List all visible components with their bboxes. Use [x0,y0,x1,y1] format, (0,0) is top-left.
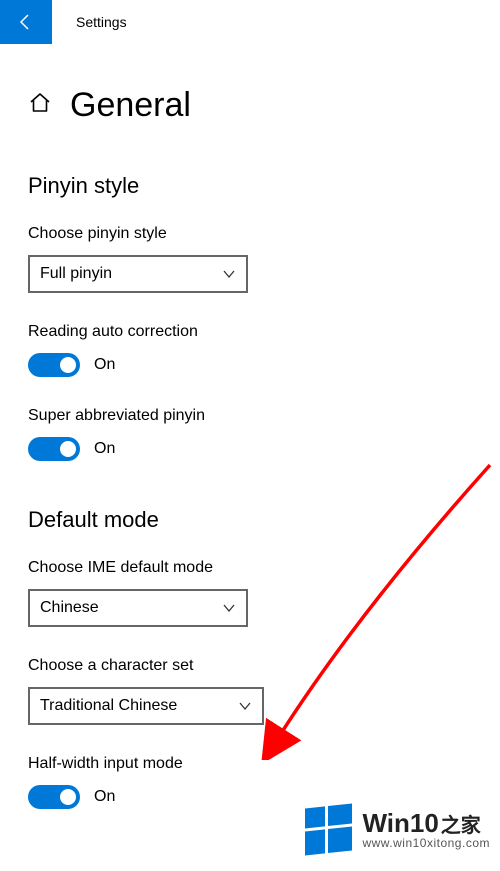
reading-autocorrect-toggle[interactable] [28,353,80,377]
group-super-abbrev: Super abbreviated pinyin On [28,407,472,461]
watermark: Win10 之家 www.win10xitong.com [305,806,490,853]
group-ime-default: Choose IME default mode Chinese [28,559,472,627]
ime-default-value: Chinese [40,599,99,617]
charset-value: Traditional Chinese [40,697,177,715]
watermark-brand: Win10 [362,809,438,838]
titlebar-label: Settings [76,14,127,30]
group-pinyin-style: Choose pinyin style Full pinyin [28,225,472,293]
super-abbrev-state: On [94,440,115,458]
half-width-label: Half-width input mode [28,755,472,773]
chevron-down-icon [222,267,236,281]
group-half-width: Half-width input mode On [28,755,472,809]
pinyin-style-dropdown[interactable]: Full pinyin [28,255,248,293]
group-reading-autocorrect: Reading auto correction On [28,323,472,377]
section-default-mode: Default mode Choose IME default mode Chi… [28,507,472,809]
reading-autocorrect-state: On [94,356,115,374]
reading-autocorrect-label: Reading auto correction [28,323,472,341]
super-abbrev-toggle[interactable] [28,437,80,461]
pinyin-style-label: Choose pinyin style [28,225,472,243]
back-button[interactable] [0,0,52,44]
charset-label: Choose a character set [28,657,472,675]
ime-default-dropdown[interactable]: Chinese [28,589,248,627]
chevron-down-icon [238,699,252,713]
page-title: General [70,86,191,125]
chevron-down-icon [222,601,236,615]
super-abbrev-label: Super abbreviated pinyin [28,407,472,425]
half-width-toggle[interactable] [28,785,80,809]
content: General Pinyin style Choose pinyin style… [0,44,500,809]
watermark-brand-zh: 之家 [441,815,481,837]
titlebar: Settings [0,0,500,44]
page-header: General [28,86,472,125]
pinyin-style-value: Full pinyin [40,265,112,283]
ime-default-label: Choose IME default mode [28,559,472,577]
charset-dropdown[interactable]: Traditional Chinese [28,687,264,725]
watermark-url: www.win10xitong.com [362,837,490,850]
section-default-heading: Default mode [28,507,472,533]
group-charset: Choose a character set Traditional Chine… [28,657,472,725]
windows-logo-icon [305,804,352,856]
arrow-left-icon [16,12,36,32]
home-icon[interactable] [28,91,52,120]
section-pinyin-heading: Pinyin style [28,173,472,199]
half-width-state: On [94,788,115,806]
